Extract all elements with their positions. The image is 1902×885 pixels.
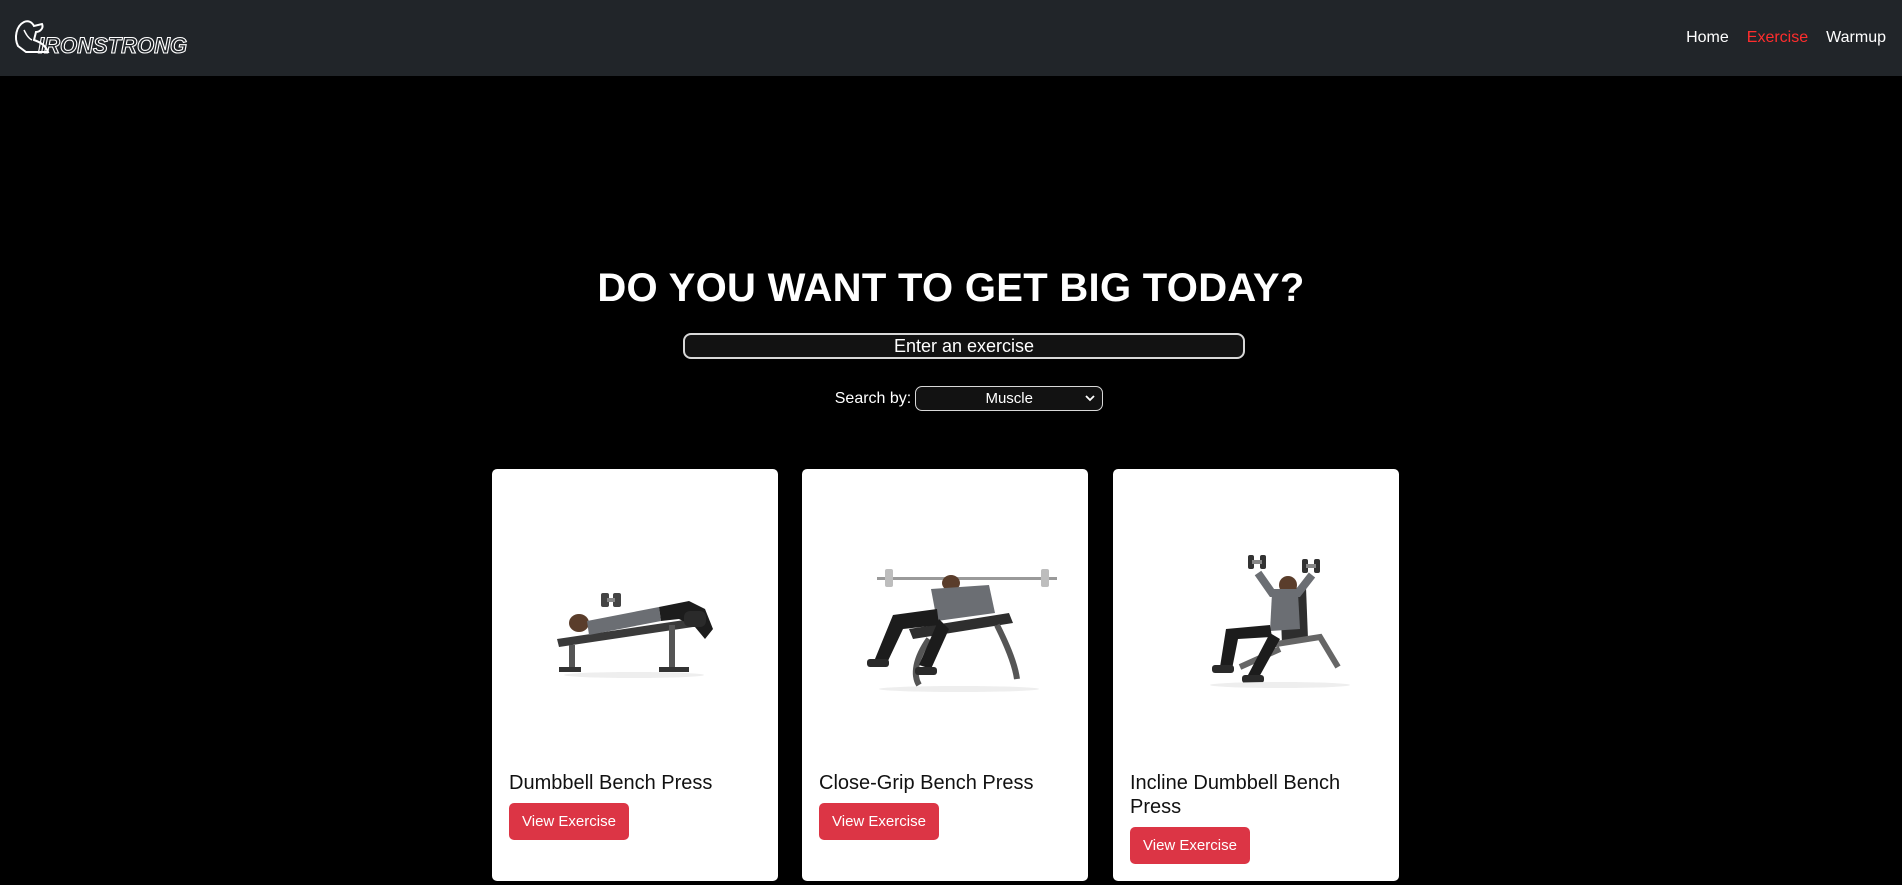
search-by-selected-value: Muscle [985, 390, 1033, 407]
view-exercise-button[interactable]: View Exercise [1130, 827, 1250, 864]
nav-link-exercise[interactable]: Exercise [1747, 29, 1808, 47]
exercise-card: Close-Grip Bench Press View Exercise [802, 469, 1088, 881]
close-grip-bench-press-photo [867, 569, 1057, 692]
chevron-down-icon [1085, 395, 1095, 402]
exercise-search-input[interactable] [683, 333, 1245, 359]
page-headline: DO YOU WANT TO GET BIG TODAY? [597, 266, 1305, 310]
brand-wordmark: IRONSTRONG [38, 33, 187, 58]
search-by-select[interactable]: Muscle [915, 386, 1104, 411]
exercise-card-title: Dumbbell Bench Press [509, 772, 713, 794]
nav-links: Home Exercise Warmup [1686, 0, 1886, 76]
view-exercise-button[interactable]: View Exercise [509, 803, 629, 840]
exercise-image [819, 489, 1071, 729]
nav-link-home[interactable]: Home [1686, 29, 1729, 47]
brand-logo[interactable]: IRONSTRONG [12, 12, 212, 60]
dumbbell-bench-press-photo [557, 593, 713, 678]
search-by-row: Search by: Muscle [0, 386, 1902, 411]
nav-link-warmup[interactable]: Warmup [1826, 29, 1886, 47]
incline-dumbbell-bench-press-photo [1210, 555, 1350, 688]
exercise-image [509, 489, 761, 729]
exercise-image [1130, 489, 1382, 729]
view-exercise-button[interactable]: View Exercise [819, 803, 939, 840]
exercise-card-title: Close-Grip Bench Press [819, 772, 1034, 794]
exercise-card: Incline Dumbbell Bench Press View Exerci… [1113, 469, 1399, 881]
navbar: IRONSTRONG Home Exercise Warmup [0, 0, 1902, 76]
exercise-card-title: Incline Dumbbell Bench Press [1130, 772, 1341, 818]
search-by-label: Search by: [834, 389, 912, 407]
bicep-logo-icon: IRONSTRONG [15, 20, 188, 59]
exercise-card: Dumbbell Bench Press View Exercise [492, 469, 778, 881]
